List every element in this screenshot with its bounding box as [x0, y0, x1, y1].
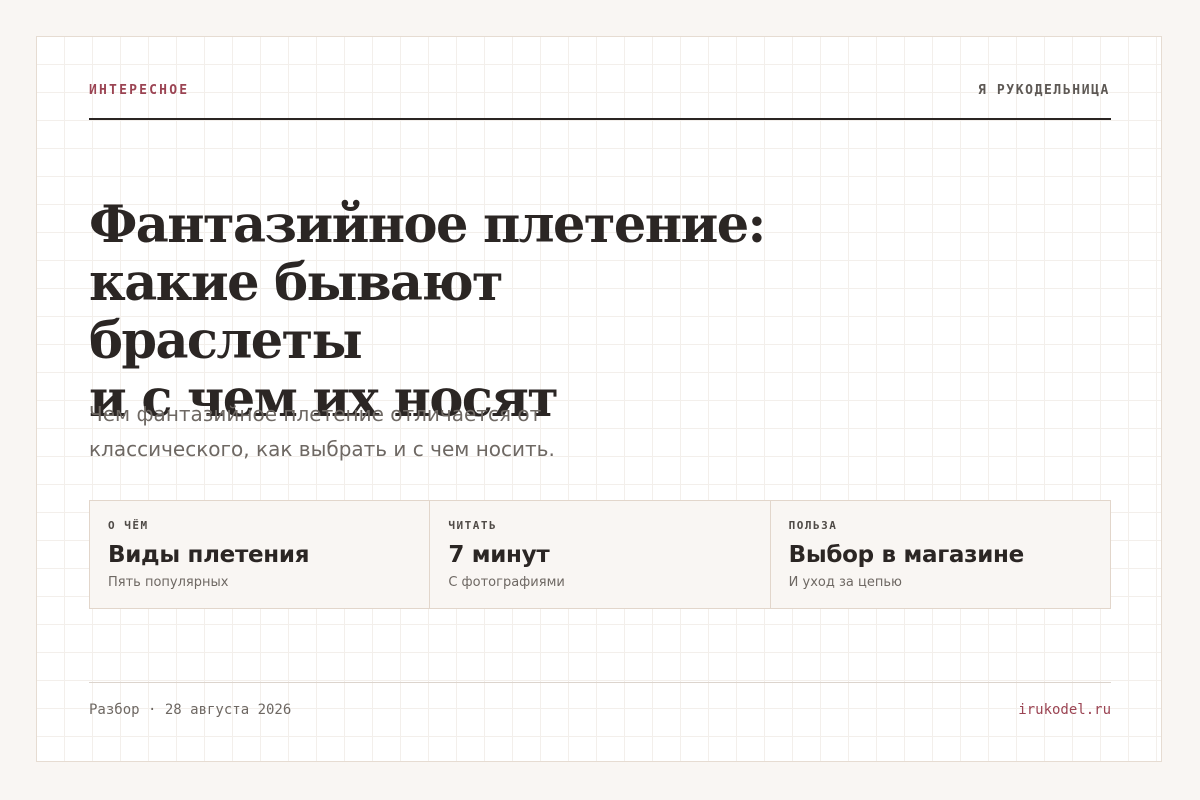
fact-label: О ЧЁМ: [108, 519, 149, 532]
fact-label: ЧИТАТЬ: [448, 519, 498, 532]
fact-value: Виды плетения: [108, 542, 310, 568]
fact-note: Пять популярных: [108, 575, 229, 590]
facts-panel: О ЧЁМ Виды плетения Пять популярных ЧИТА…: [89, 500, 1111, 609]
fact-value: Выбор в магазине: [788, 542, 1025, 568]
lede-line: Чем фантазийное плетение отличается от: [89, 402, 542, 426]
article-lede: Чем фантазийное плетение отличается от к…: [89, 397, 629, 467]
fact-reading-time: ЧИТАТЬ 7 минут С фотографиями: [429, 501, 769, 608]
fact-label: ПОЛЬЗА: [788, 519, 838, 532]
rubric-label: ИНТЕРЕСНОЕ: [89, 83, 190, 98]
fact-value: 7 минут: [448, 542, 550, 568]
brand-label: Я РУКОДЕЛЬНИЦА: [978, 83, 1110, 98]
fact-benefit: ПОЛЬЗА Выбор в магазине И уход за цепью: [769, 501, 1110, 608]
fact-topic: О ЧЁМ Виды плетения Пять популярных: [90, 501, 429, 608]
footer-divider: [89, 682, 1111, 683]
header-divider: [89, 118, 1111, 120]
title-line: какие бывают браслеты: [89, 253, 504, 371]
article-meta: Разбор · 28 августа 2026: [89, 702, 292, 718]
fact-note: И уход за цепью: [788, 575, 902, 590]
title-line: Фантазийное плетение:: [89, 195, 766, 255]
article-title: Фантазийное плетение: какие бывают брасл…: [89, 196, 789, 428]
fact-note: С фотографиями: [448, 575, 565, 590]
lede-line: классического, как выбрать и с чем носит…: [89, 437, 555, 461]
site-link[interactable]: irukodel.ru: [1018, 701, 1111, 719]
